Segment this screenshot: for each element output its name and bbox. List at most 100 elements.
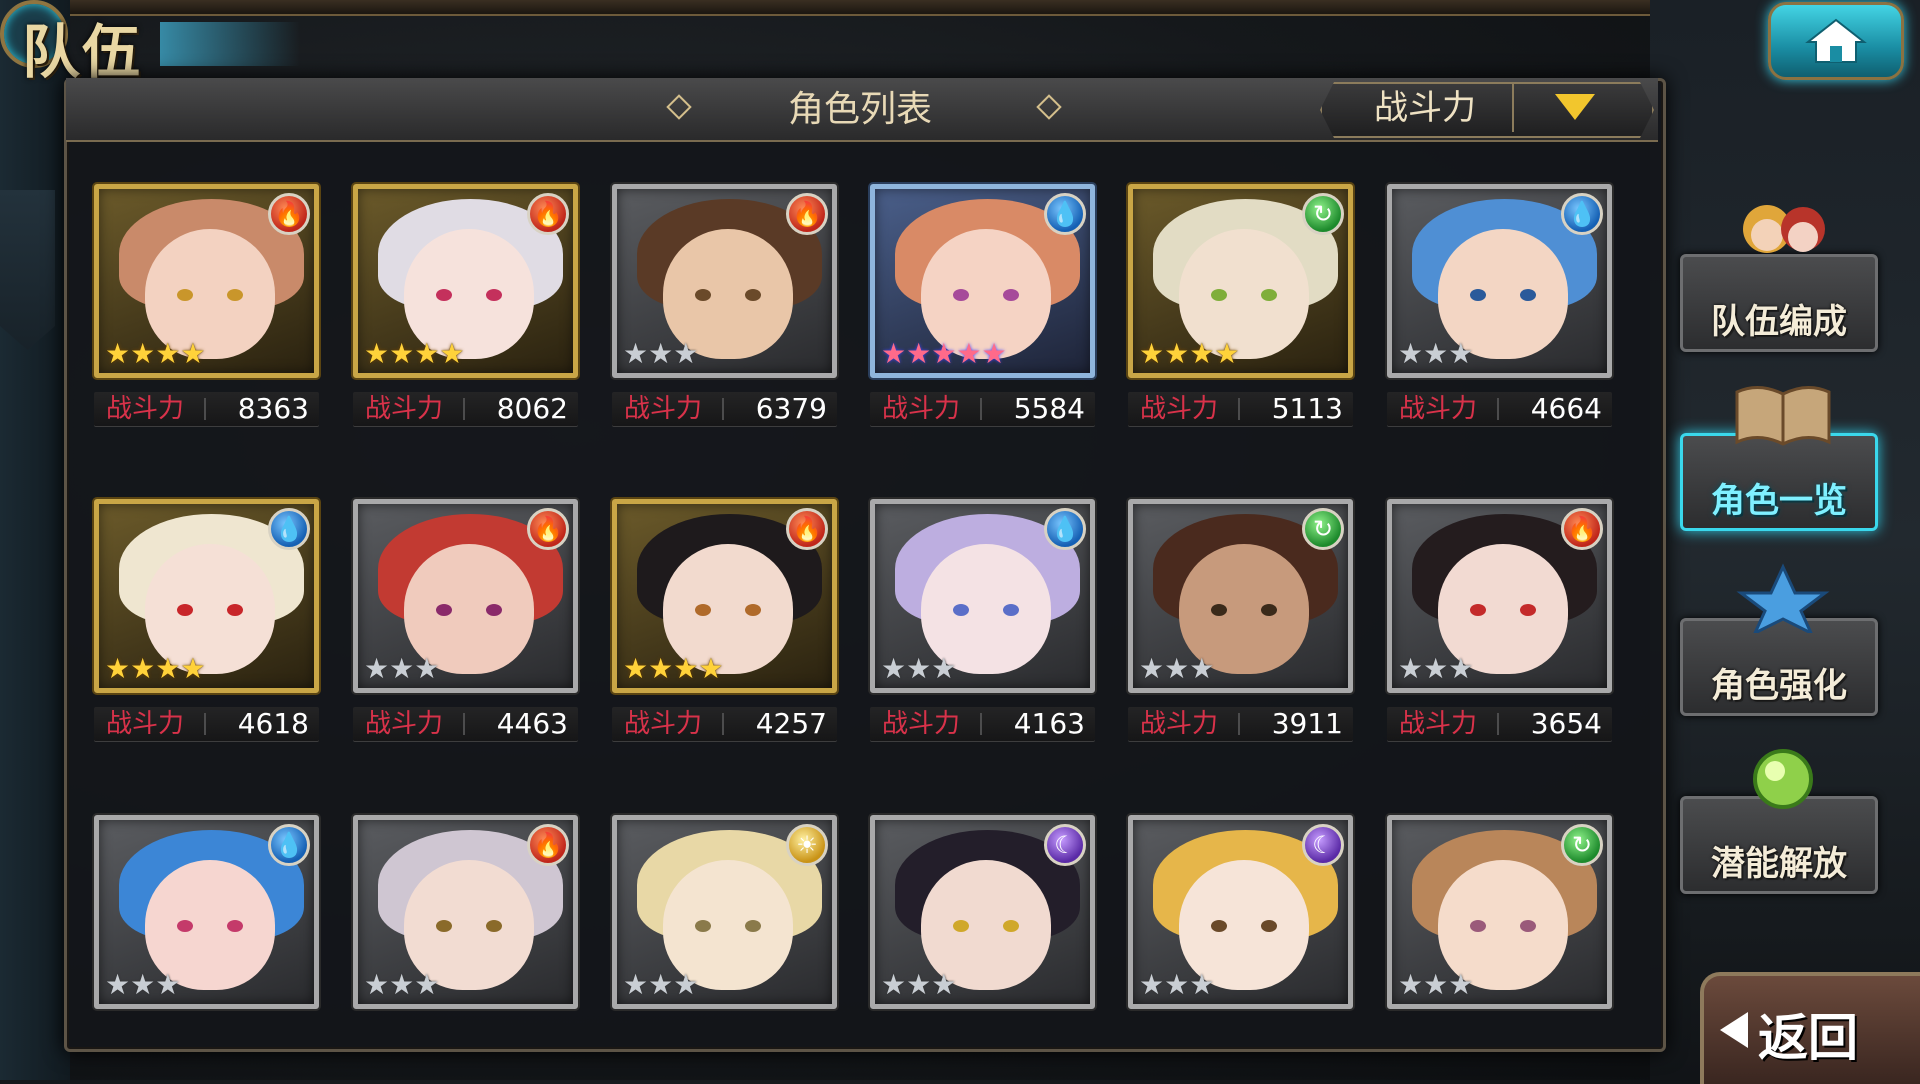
character-portrait[interactable]: ☾ ★ ★ ★ — [870, 815, 1095, 1009]
character-card[interactable]: ↻ ★ ★ ★ — [1387, 815, 1612, 1047]
power-label: 战斗力 — [1399, 394, 1478, 424]
star-icon: ★ — [981, 337, 1007, 370]
character-portrait[interactable]: 💧 ★ ★ ★ — [1387, 184, 1612, 378]
character-portrait[interactable]: 🔥 ★ ★ ★ — [353, 499, 578, 693]
character-portrait[interactable]: 💧 ★ ★ ★ ★ — [94, 499, 319, 693]
power-label: 战斗力 — [106, 709, 185, 739]
fire-element-icon: 🔥 — [786, 193, 828, 235]
star-icon: ★ — [623, 968, 649, 1001]
character-eye — [1261, 289, 1277, 301]
star-icon: ★ — [1448, 337, 1474, 370]
character-portrait[interactable]: 🔥 ★ ★ ★ — [612, 184, 837, 378]
potential-unlock-button[interactable]: 潜能解放 — [1680, 749, 1878, 894]
character-portrait[interactable]: ☾ ★ ★ ★ — [1128, 815, 1353, 1009]
star-icon: ★ — [1189, 337, 1215, 370]
character-eye — [486, 920, 502, 932]
star-icon: ★ — [1423, 337, 1449, 370]
character-eye — [486, 289, 502, 301]
character-card[interactable]: 💧 ★ ★ ★ ★ 战斗力 4618 — [94, 499, 319, 741]
character-card[interactable]: 🔥 ★ ★ ★ 战斗力 3654 — [1387, 499, 1612, 741]
character-eye — [745, 604, 761, 616]
character-card[interactable]: 💧 ★ ★ ★ ★ ★ 战斗力 5584 — [870, 184, 1095, 426]
character-card[interactable]: 🔥 ★ ★ ★ ★ 战斗力 8363 — [94, 184, 319, 426]
power-value: 3654 — [1530, 707, 1602, 740]
character-card[interactable]: 🔥 ★ ★ ★ ★ 战斗力 4257 — [612, 499, 837, 741]
character-card[interactable]: 💧 ★ ★ ★ 战斗力 4664 — [1387, 184, 1612, 426]
character-portrait[interactable]: 🔥 ★ ★ ★ ★ — [94, 184, 319, 378]
side-menu-label: 角色强化 — [1711, 666, 1847, 706]
star-icon: ★ — [180, 652, 206, 685]
sort-divider — [1512, 84, 1514, 132]
character-card[interactable]: 🔥 ★ ★ ★ 战斗力 6379 — [612, 184, 837, 426]
character-card[interactable]: 🔥 ★ ★ ★ ★ 战斗力 8062 — [353, 184, 578, 426]
star-icon: ★ — [105, 652, 131, 685]
fire-element-icon: 🔥 — [527, 508, 569, 550]
power-divider — [722, 713, 724, 735]
character-portrait[interactable]: 🔥 ★ ★ ★ — [1387, 499, 1612, 693]
chevron-down-icon[interactable] — [1555, 94, 1595, 120]
character-card[interactable]: ↻ ★ ★ ★ 战斗力 3911 — [1128, 499, 1353, 741]
power-bar: 战斗力 5113 — [1128, 392, 1353, 426]
power-divider — [204, 398, 206, 420]
character-portrait[interactable]: 🔥 ★ ★ ★ ★ — [353, 184, 578, 378]
star-icon: ★ — [1214, 337, 1240, 370]
star-icon: ★ — [180, 337, 206, 370]
fire-element-icon: 🔥 — [786, 508, 828, 550]
character-portrait[interactable]: 🔥 ★ ★ ★ ★ — [612, 499, 837, 693]
power-value: 4163 — [1013, 707, 1085, 740]
power-divider — [980, 398, 982, 420]
character-card[interactable]: ↻ ★ ★ ★ ★ 战斗力 5113 — [1128, 184, 1353, 426]
screen-title: 队伍 — [22, 18, 143, 86]
character-portrait[interactable]: 💧 ★ ★ ★ — [870, 499, 1095, 693]
character-eye — [1003, 289, 1019, 301]
rarity-stars: ★ ★ ★ ★ — [105, 339, 205, 369]
home-button[interactable] — [1768, 2, 1904, 80]
star-icon: ★ — [1398, 337, 1424, 370]
rarity-stars: ★ ★ ★ — [1139, 970, 1214, 1000]
star-icon: ★ — [130, 652, 156, 685]
character-portrait[interactable]: ↻ ★ ★ ★ ★ — [1128, 184, 1353, 378]
power-bar: 战斗力 4618 — [94, 707, 319, 741]
character-portrait[interactable]: 🔥 ★ ★ ★ — [353, 815, 578, 1009]
star-icon: ★ — [881, 337, 907, 370]
star-icon: ★ — [1398, 968, 1424, 1001]
character-card[interactable]: 💧 ★ ★ ★ 战斗力 4163 — [870, 499, 1095, 741]
star-icon: ★ — [364, 337, 390, 370]
wind-element-icon: ↻ — [1561, 824, 1603, 866]
star-icon: ★ — [906, 337, 932, 370]
star-icon: ★ — [1423, 652, 1449, 685]
power-divider — [1238, 713, 1240, 735]
power-value: 6379 — [755, 392, 827, 425]
team-formation-button[interactable]: 队伍编成 — [1680, 205, 1878, 352]
character-eye — [436, 604, 452, 616]
character-portrait[interactable]: 💧 ★ ★ ★ — [94, 815, 319, 1009]
rarity-stars: ★ ★ ★ — [1139, 654, 1214, 684]
character-card[interactable]: ☾ ★ ★ ★ — [1128, 815, 1353, 1047]
character-list-button[interactable]: 角色一览 — [1680, 386, 1878, 531]
character-portrait[interactable]: ☀ ★ ★ ★ — [612, 815, 837, 1009]
star-icon: ★ — [1139, 652, 1165, 685]
character-portrait[interactable]: ↻ ★ ★ ★ — [1387, 815, 1612, 1009]
sort-dropdown-label[interactable]: 战斗力 — [1330, 82, 1520, 134]
side-menu-label: 队伍编成 — [1711, 302, 1847, 342]
power-label: 战斗力 — [1140, 709, 1219, 739]
character-portrait[interactable]: 💧 ★ ★ ★ ★ ★ — [870, 184, 1095, 378]
character-eye — [436, 289, 452, 301]
character-card[interactable]: ☀ ★ ★ ★ — [612, 815, 837, 1047]
character-portrait[interactable]: ↻ ★ ★ ★ — [1128, 499, 1353, 693]
back-button-label[interactable]: 返回 — [1758, 998, 1858, 1070]
star-icon: ★ — [648, 968, 674, 1001]
character-card[interactable]: 💧 ★ ★ ★ — [94, 815, 319, 1047]
character-card[interactable]: ☾ ★ ★ ★ — [870, 815, 1095, 1047]
star-icon: ★ — [698, 652, 724, 685]
back-arrow-icon[interactable] — [1720, 1012, 1748, 1048]
rarity-stars: ★ ★ ★ ★ — [105, 654, 205, 684]
character-enhance-button[interactable]: 角色强化 — [1680, 563, 1878, 716]
power-label: 战斗力 — [365, 709, 444, 739]
character-card[interactable]: 🔥 ★ ★ ★ 战斗力 4463 — [353, 499, 578, 741]
character-card[interactable]: 🔥 ★ ★ ★ — [353, 815, 578, 1047]
star-icon: ★ — [1164, 968, 1190, 1001]
star-icon: ★ — [1398, 652, 1424, 685]
wind-element-icon: ↻ — [1302, 508, 1344, 550]
banner-decoration — [0, 190, 55, 350]
